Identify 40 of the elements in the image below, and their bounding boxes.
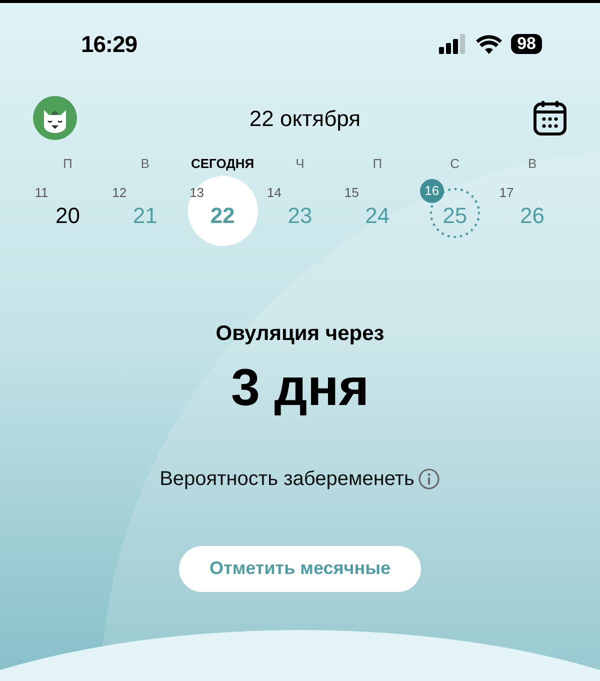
cycle-day-number: 11	[34, 184, 48, 202]
status-time: 16:29	[81, 30, 137, 59]
calendar-icon[interactable]	[533, 100, 567, 136]
weekday-label: СЕГОДНЯ	[190, 155, 254, 173]
cycle-day-number: 17	[499, 184, 514, 202]
day-cell[interactable]: 12 21	[110, 176, 180, 246]
cycle-day-number: 15	[344, 184, 359, 202]
probability-label: Вероятность забеременеть	[160, 466, 414, 492]
weekday-label: П	[372, 155, 382, 173]
day-number: 24	[365, 202, 390, 230]
header-date: 22 октября	[249, 104, 361, 133]
day-cell[interactable]: 16 25	[420, 176, 490, 246]
signal-icon	[439, 34, 468, 54]
mark-period-button[interactable]: Отметить месячные	[179, 546, 421, 592]
battery-level: 98	[511, 34, 542, 54]
cycle-day-number: 14	[266, 184, 282, 202]
day-cell[interactable]: 11 20	[32, 176, 103, 246]
weekday-label: С	[450, 155, 460, 173]
weekday-label: В	[140, 155, 150, 173]
forecast-value: 3 дня	[230, 358, 370, 418]
day-number: 23	[288, 202, 312, 230]
cycle-day-number: 12	[112, 184, 127, 202]
cycle-day-badge: 16	[420, 179, 444, 203]
weekday-label: В	[528, 155, 537, 173]
day-cell[interactable]: 13 22	[188, 176, 258, 246]
day-number: 20	[55, 202, 80, 230]
weekday-label: Ч	[296, 155, 304, 173]
day-number: 25	[442, 202, 468, 230]
day-cell[interactable]: 14 23	[264, 176, 335, 246]
forecast-title: Овуляция через	[216, 321, 384, 347]
cat-avatar-icon[interactable]	[33, 96, 77, 140]
day-number: 22	[210, 202, 235, 230]
wifi-icon	[476, 34, 502, 54]
info-icon[interactable]	[418, 468, 440, 490]
weekday-label: П	[63, 155, 72, 173]
day-cell[interactable]: 17 26	[497, 176, 568, 246]
day-cell[interactable]: 15 24	[342, 176, 412, 246]
cycle-day-number: 13	[190, 184, 204, 202]
day-number: 21	[132, 202, 158, 230]
day-number: 26	[520, 202, 545, 230]
